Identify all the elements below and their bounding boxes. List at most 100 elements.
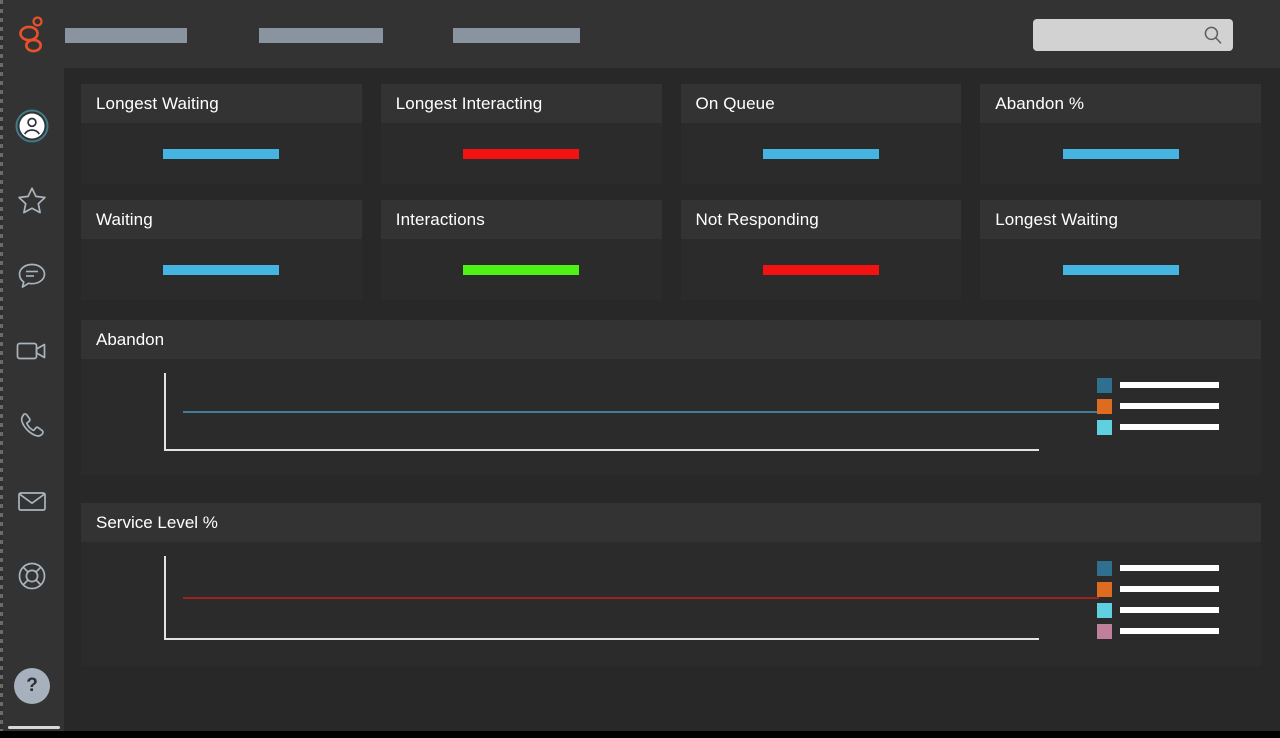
viewport-edge-ruler: [0, 0, 3, 738]
metric-card-header: Longest Interacting: [381, 84, 662, 123]
envelope-icon: [16, 488, 48, 514]
metric-card-title: Not Responding: [696, 210, 819, 230]
service-level-chart[interactable]: [164, 556, 1039, 640]
sidebar-item-email[interactable]: [0, 463, 64, 538]
nav-item-3[interactable]: [453, 28, 580, 43]
metric-card-body: [681, 123, 962, 184]
metric-card-body: [381, 123, 662, 184]
metric-card-header: Longest Waiting: [81, 84, 362, 123]
genesys-logo[interactable]: [14, 13, 50, 55]
video-camera-icon: [15, 338, 49, 364]
search-icon[interactable]: [1203, 25, 1223, 45]
help-button[interactable]: ?: [14, 668, 50, 704]
chart-x-axis: [164, 449, 1039, 451]
chart-series-line: [183, 411, 1099, 413]
legend-label: [1120, 382, 1219, 388]
metric-card-body: [980, 123, 1261, 184]
metric-card-value: [463, 149, 579, 159]
legend-label: [1120, 424, 1219, 430]
metric-card-value: [763, 265, 879, 275]
legend-swatch: [1097, 624, 1112, 639]
metric-card-title: Longest Interacting: [396, 94, 543, 114]
legend-item[interactable]: [1097, 417, 1225, 437]
metric-card-header: Longest Waiting: [980, 200, 1261, 239]
service-level-chart-legend: [1097, 558, 1225, 642]
service-level-panel-header: Service Level %: [81, 503, 1261, 542]
metric-card-title: Longest Waiting: [995, 210, 1118, 230]
legend-item[interactable]: [1097, 600, 1225, 620]
abandon-panel-header: Abandon: [81, 320, 1261, 359]
chart-y-axis: [164, 373, 166, 451]
chart-y-axis: [164, 556, 166, 640]
metric-cards-grid: Longest Waiting Longest Interacting: [81, 84, 1261, 316]
legend-swatch: [1097, 582, 1112, 597]
star-icon: [16, 185, 48, 217]
legend-item[interactable]: [1097, 621, 1225, 641]
help-button-label: ?: [26, 675, 38, 697]
legend-swatch: [1097, 420, 1112, 435]
sidebar-item-profile[interactable]: [0, 88, 64, 163]
metric-card-longest-waiting-2[interactable]: Longest Waiting: [980, 200, 1261, 300]
metric-card-header: Interactions: [381, 200, 662, 239]
legend-swatch: [1097, 603, 1112, 618]
metric-card-longest-waiting[interactable]: Longest Waiting: [81, 84, 362, 184]
dashboard-content: Longest Waiting Longest Interacting: [64, 68, 1280, 731]
metric-card-title: On Queue: [696, 94, 775, 114]
metric-card-header: Not Responding: [681, 200, 962, 239]
legend-label: [1120, 628, 1219, 634]
legend-item[interactable]: [1097, 375, 1225, 395]
metric-card-value: [1063, 265, 1179, 275]
nav-item-2[interactable]: [259, 28, 383, 43]
legend-label: [1120, 586, 1219, 592]
legend-swatch: [1097, 378, 1112, 393]
metric-cards-row: Longest Waiting Longest Interacting: [81, 84, 1261, 184]
legend-swatch: [1097, 561, 1112, 576]
legend-item[interactable]: [1097, 558, 1225, 578]
metric-card-header: Abandon %: [980, 84, 1261, 123]
metric-card-on-queue[interactable]: On Queue: [681, 84, 962, 184]
sidebar-item-calls[interactable]: [0, 388, 64, 463]
sidebar-scrollbar[interactable]: [8, 726, 60, 729]
sidebar-item-support[interactable]: [0, 538, 64, 613]
abandon-chart-legend: [1097, 375, 1225, 438]
service-level-panel-title: Service Level %: [96, 513, 218, 533]
abandon-panel-title: Abandon: [96, 330, 164, 350]
legend-swatch: [1097, 399, 1112, 414]
window-bottom-edge: [0, 731, 1280, 738]
metric-card-not-responding[interactable]: Not Responding: [681, 200, 962, 300]
metric-card-header: Waiting: [81, 200, 362, 239]
sidebar-nav: [0, 88, 64, 613]
metric-card-waiting[interactable]: Waiting: [81, 200, 362, 300]
legend-label: [1120, 607, 1219, 613]
metric-card-value: [163, 149, 279, 159]
metric-card-abandon-percent[interactable]: Abandon %: [980, 84, 1261, 184]
metric-card-value: [763, 149, 879, 159]
sidebar: ?: [0, 0, 64, 738]
metric-card-value: [163, 265, 279, 275]
metric-card-title: Abandon %: [995, 94, 1084, 114]
metric-card-longest-interacting[interactable]: Longest Interacting: [381, 84, 662, 184]
metric-card-body: [381, 239, 662, 300]
legend-item[interactable]: [1097, 396, 1225, 416]
metric-card-interactions[interactable]: Interactions: [381, 200, 662, 300]
sidebar-item-video[interactable]: [0, 313, 64, 388]
abandon-panel-body: [81, 359, 1261, 475]
legend-label: [1120, 403, 1219, 409]
metric-cards-row: Waiting Interactions Not: [81, 200, 1261, 300]
nav-item-1[interactable]: [65, 28, 187, 43]
sidebar-item-favorites[interactable]: [0, 163, 64, 238]
user-profile-icon: [15, 109, 49, 143]
legend-item[interactable]: [1097, 579, 1225, 599]
abandon-chart[interactable]: [164, 373, 1039, 451]
metric-card-value: [1063, 149, 1179, 159]
metric-card-body: [681, 239, 962, 300]
search-input[interactable]: [1033, 19, 1233, 51]
chat-bubble-icon: [16, 261, 48, 291]
metric-card-title: Longest Waiting: [96, 94, 219, 114]
sidebar-item-chat[interactable]: [0, 238, 64, 313]
service-level-panel-body: [81, 542, 1261, 666]
metric-card-body: [81, 239, 362, 300]
metric-card-body: [81, 123, 362, 184]
legend-label: [1120, 565, 1219, 571]
top-navigation-bar: [64, 0, 1280, 68]
